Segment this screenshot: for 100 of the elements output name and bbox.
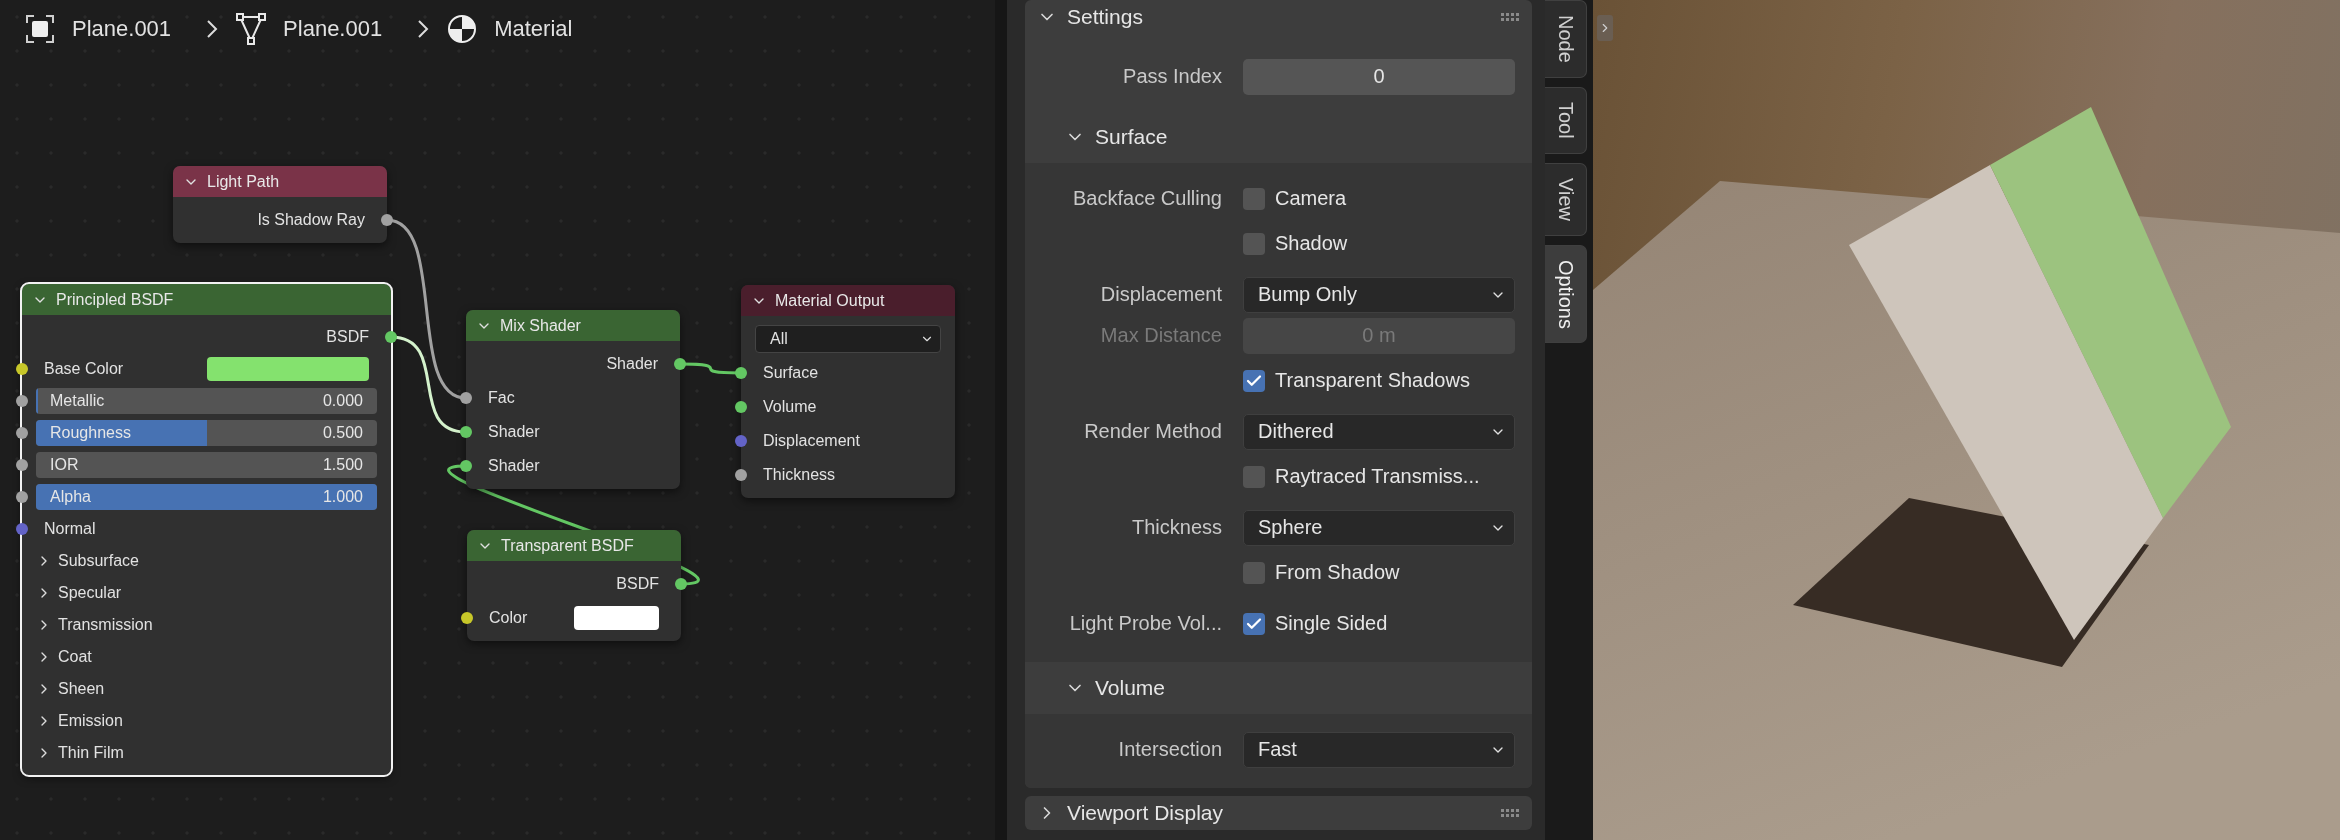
- socket-label: BSDF: [616, 575, 659, 593]
- socket-label: Normal: [44, 520, 96, 538]
- sidebar-tab[interactable]: View: [1545, 162, 1587, 236]
- field-label: Intersection: [1117, 738, 1222, 761]
- value-slider[interactable]: Roughness 0.500: [36, 420, 377, 446]
- panel-title[interactable]: Settings: [1067, 5, 1143, 29]
- node-title: Transparent BSDF: [501, 536, 634, 555]
- breadcrumb-label[interactable]: Plane.001: [72, 16, 172, 42]
- slider-value: 0.000: [322, 392, 363, 410]
- panel-toggle[interactable]: Thin Film: [36, 744, 124, 762]
- checkbox-label[interactable]: Camera: [1275, 187, 1347, 210]
- socket-label: Fac: [488, 389, 515, 407]
- breadcrumb-separator-icon: [206, 19, 219, 39]
- checkbox-label[interactable]: Raytraced Transmiss...: [1275, 465, 1480, 488]
- socket-label: Displacement: [763, 432, 860, 450]
- slider-label: Alpha: [50, 488, 91, 506]
- checkbox[interactable]: [1243, 561, 1265, 584]
- drag-handle-icon[interactable]: [1500, 808, 1520, 818]
- field-label: Render Method: [1083, 420, 1222, 443]
- drag-handle-icon[interactable]: [1500, 12, 1520, 22]
- checkbox-label[interactable]: Transparent Shadows: [1275, 369, 1470, 392]
- socket-label: Color: [489, 609, 528, 627]
- field-label: Pass Index: [1122, 65, 1222, 88]
- checkbox[interactable]: [1243, 465, 1265, 488]
- value-slider[interactable]: IOR 1.500: [36, 452, 377, 478]
- input-socket[interactable]: [735, 435, 747, 447]
- input-socket[interactable]: [16, 363, 28, 375]
- panel-toggle[interactable]: Transmission: [36, 616, 153, 634]
- checkbox[interactable]: [1243, 612, 1265, 635]
- breadcrumb-label[interactable]: Material: [494, 16, 573, 42]
- slider-value: 1.500: [322, 456, 363, 474]
- breadcrumb-label[interactable]: Plane.001: [283, 16, 383, 42]
- field-label: Backface Culling: [1072, 187, 1222, 210]
- input-socket[interactable]: [460, 426, 472, 438]
- input-socket[interactable]: [16, 427, 28, 439]
- sidebar-tab[interactable]: Options: [1545, 244, 1587, 344]
- checkbox-label[interactable]: From Shadow: [1275, 561, 1400, 584]
- sidebar-tab[interactable]: Node: [1545, 0, 1587, 78]
- panel-toggle[interactable]: Emission: [36, 712, 123, 730]
- panel-toggle[interactable]: Sheen: [36, 680, 105, 698]
- shader-node[interactable]: Material Output All Surface Volume Displacement Thickness: [741, 285, 955, 498]
- value-slider[interactable]: Alpha 1.000: [36, 484, 377, 510]
- number-field[interactable]: 0: [1243, 58, 1515, 95]
- dropdown[interactable]: Fast: [1243, 731, 1515, 768]
- slider-value: 0.500: [322, 424, 363, 442]
- socket-label: Volume: [763, 398, 817, 416]
- dropdown[interactable]: Dithered: [1243, 413, 1515, 450]
- breadcrumb-separator-icon: [417, 19, 430, 39]
- input-socket[interactable]: [461, 612, 473, 624]
- panel-title[interactable]: Viewport Display: [1067, 801, 1223, 825]
- object-icon: [25, 14, 55, 44]
- panel-toggle[interactable]: Subsurface: [36, 552, 139, 570]
- checkbox-label[interactable]: Single Sided: [1275, 612, 1388, 635]
- field-label: Thickness: [1130, 516, 1222, 539]
- checkbox[interactable]: [1243, 369, 1265, 392]
- input-socket[interactable]: [16, 491, 28, 503]
- socket-label: Shader: [488, 423, 540, 441]
- checkbox[interactable]: [1243, 187, 1265, 210]
- input-socket[interactable]: [16, 459, 28, 471]
- dropdown[interactable]: Sphere: [1243, 509, 1515, 546]
- field-label: Displacement: [1099, 283, 1222, 306]
- input-socket[interactable]: [460, 392, 472, 404]
- socket-label: Thickness: [763, 466, 836, 484]
- panel-toggle[interactable]: Coat: [36, 648, 92, 666]
- slider-label: Metallic: [50, 392, 105, 410]
- shader-node[interactable]: Mix Shader Shader Fac Shader Shader: [466, 310, 680, 489]
- color-swatch[interactable]: [206, 357, 369, 381]
- node-title: Material Output: [775, 291, 885, 310]
- input-socket[interactable]: [735, 469, 747, 481]
- field-label: Max Distance: [1099, 324, 1222, 347]
- shader-node[interactable]: Transparent BSDF BSDF Color: [467, 530, 681, 641]
- socket-label: Is Shadow Ray: [257, 211, 365, 229]
- mesh-icon: [236, 13, 267, 45]
- input-socket[interactable]: [735, 367, 747, 379]
- color-swatch[interactable]: [574, 606, 659, 630]
- field-label: Light Probe Vol...: [1068, 612, 1222, 635]
- material-sphere-icon: [447, 14, 478, 44]
- dropdown[interactable]: All: [755, 325, 941, 353]
- input-socket[interactable]: [460, 460, 472, 472]
- input-socket[interactable]: [735, 401, 747, 413]
- shader-node[interactable]: Principled BSDF BSDF Base Color Metallic 0.000 Roughness 0.500 IOR 1.500 Alpha 1.000 Normal Subsurface Specular Transmission Coat Sheen Emission Thin Film: [22, 284, 391, 775]
- socket-label: Shader: [606, 355, 658, 373]
- input-socket[interactable]: [16, 523, 28, 535]
- node-title: Mix Shader: [500, 316, 581, 335]
- slider-value: 1.000: [322, 488, 363, 506]
- value-slider[interactable]: Metallic 0.000: [36, 388, 377, 414]
- sidebar-tab[interactable]: Tool: [1545, 86, 1587, 154]
- slider-label: Roughness: [50, 424, 131, 442]
- checkbox[interactable]: [1243, 232, 1265, 255]
- checkbox-label[interactable]: Shadow: [1275, 232, 1348, 255]
- panel-toggle[interactable]: Specular: [36, 584, 122, 602]
- socket-label: Surface: [763, 364, 819, 382]
- input-socket[interactable]: [16, 395, 28, 407]
- dropdown[interactable]: Bump Only: [1243, 276, 1515, 313]
- subpanel-title[interactable]: Surface: [1095, 125, 1168, 149]
- socket-label: Shader: [488, 457, 540, 475]
- socket-label: Base Color: [44, 360, 124, 378]
- socket-label: BSDF: [326, 328, 369, 346]
- subpanel-title[interactable]: Volume: [1095, 676, 1166, 700]
- shader-node[interactable]: Light Path Is Shadow Ray: [173, 166, 387, 243]
